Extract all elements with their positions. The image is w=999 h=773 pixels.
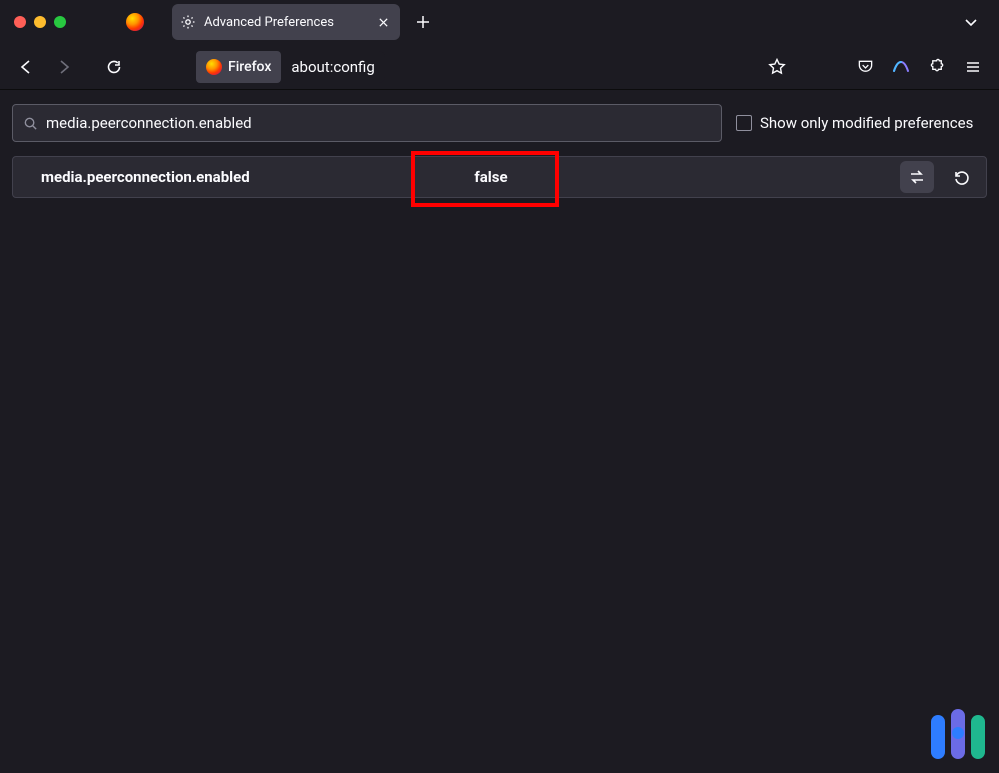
- preference-row: media.peerconnection.enabled false: [12, 156, 987, 198]
- extensions-button[interactable]: [921, 51, 953, 83]
- new-tab-button[interactable]: [408, 7, 438, 37]
- back-button[interactable]: [10, 51, 42, 83]
- about-config-content: Show only modified preferences media.pee…: [0, 90, 999, 212]
- close-tab-button[interactable]: [374, 13, 392, 31]
- show-only-modified-checkbox[interactable]: [736, 115, 752, 131]
- preference-name: media.peerconnection.enabled: [41, 168, 421, 186]
- identity-label: Firefox: [228, 59, 271, 75]
- reload-button[interactable]: [98, 51, 130, 83]
- show-only-modified-label: Show only modified preferences: [760, 114, 973, 132]
- reset-preference-button[interactable]: [944, 161, 978, 193]
- url-bar: Firefox about:config: [196, 51, 385, 83]
- window-maximize-button[interactable]: [54, 16, 66, 28]
- firefox-brand-icon: [206, 59, 222, 75]
- window-titlebar: Advanced Preferences: [0, 0, 999, 44]
- tab-title: Advanced Preferences: [204, 15, 366, 30]
- gear-icon: [180, 14, 196, 30]
- navigation-toolbar: Firefox about:config: [0, 44, 999, 90]
- preference-search-input[interactable]: [46, 114, 711, 132]
- toggle-preference-button[interactable]: [900, 161, 934, 193]
- watermark-logo: [931, 709, 985, 759]
- preference-search-box[interactable]: [12, 104, 722, 142]
- traffic-lights: [14, 16, 66, 28]
- bookmark-star-button[interactable]: [761, 51, 793, 83]
- browser-tab[interactable]: Advanced Preferences: [172, 4, 400, 40]
- url-text[interactable]: about:config: [281, 58, 384, 76]
- window-minimize-button[interactable]: [34, 16, 46, 28]
- identity-box[interactable]: Firefox: [196, 51, 281, 83]
- show-only-modified-row[interactable]: Show only modified preferences: [736, 114, 973, 132]
- account-button[interactable]: [885, 51, 917, 83]
- list-all-tabs-button[interactable]: [953, 4, 989, 40]
- save-to-pocket-button[interactable]: [849, 51, 881, 83]
- application-menu-button[interactable]: [957, 51, 989, 83]
- preference-value: false: [421, 168, 561, 186]
- forward-button[interactable]: [48, 51, 80, 83]
- firefox-logo-icon: [126, 13, 144, 31]
- search-icon: [23, 116, 38, 131]
- window-close-button[interactable]: [14, 16, 26, 28]
